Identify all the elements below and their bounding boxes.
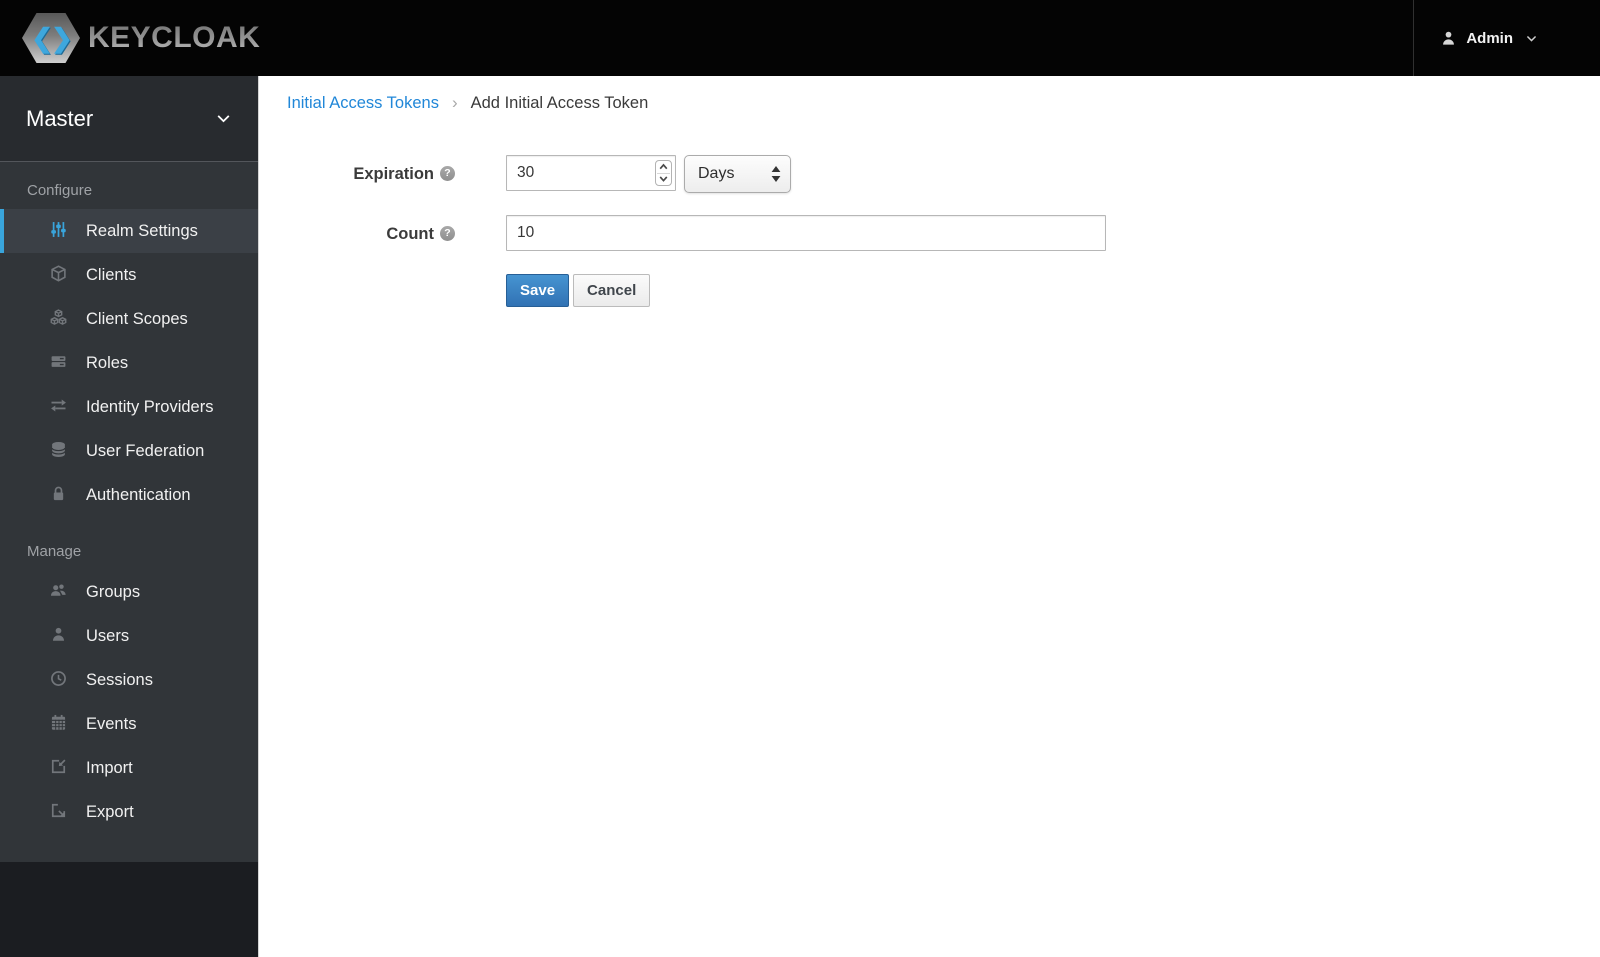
- nav-section-manage: Manage: [27, 543, 82, 560]
- clock-icon: [51, 671, 66, 686]
- sidebar-item-label: Users: [86, 627, 130, 645]
- sidebar-item-label: Client Scopes: [86, 310, 188, 328]
- brand-title: KEYCLOAK: [88, 21, 261, 54]
- stepper-down-icon[interactable]: [656, 173, 671, 185]
- sidebar: Master Configure Realm Settings Clients: [0, 76, 258, 957]
- sidebar-item-realm-settings[interactable]: Realm Settings: [0, 209, 258, 253]
- realm-selector[interactable]: Master: [0, 76, 258, 162]
- lock-icon: [53, 486, 64, 501]
- sidebar-item-export[interactable]: Export: [0, 790, 258, 834]
- breadcrumb-separator-icon: ›: [451, 93, 458, 112]
- sidebar-item-label: Realm Settings: [86, 222, 198, 240]
- count-label: Count ?: [259, 215, 455, 251]
- cubes-icon: [50, 309, 67, 325]
- selected-unit-label: Days: [698, 165, 735, 182]
- expiration-field: Days: [506, 155, 791, 193]
- sidebar-item-sessions[interactable]: Sessions: [0, 658, 258, 702]
- sidebar-item-label: Identity Providers: [86, 398, 214, 416]
- sidebar-item-label: Sessions: [86, 671, 153, 689]
- sidebar-item-users[interactable]: Users: [0, 614, 258, 658]
- form-buttons-row: Save Cancel: [259, 274, 1600, 307]
- expiration-number-wrap: [506, 155, 676, 191]
- nav-section-configure: Configure: [27, 182, 93, 199]
- sidebar-item-groups[interactable]: Groups: [0, 570, 258, 614]
- realm-name-label: Master: [26, 105, 94, 131]
- server-icon: [51, 356, 66, 367]
- sidebar-item-user-federation[interactable]: User Federation: [0, 429, 258, 473]
- sidebar-item-events[interactable]: Events: [0, 702, 258, 746]
- sliders-icon: [51, 222, 66, 237]
- breadcrumb-current: Add Initial Access Token: [470, 93, 649, 112]
- sidebar-item-label: Events: [86, 715, 137, 733]
- exchange-arrows-icon: [51, 399, 66, 412]
- save-button[interactable]: Save: [506, 274, 570, 307]
- sidebar-nav: Configure Realm Settings Clients Client …: [0, 162, 258, 862]
- import-icon: [51, 759, 66, 774]
- count-field: [506, 215, 1106, 251]
- cancel-button[interactable]: Cancel: [573, 274, 651, 307]
- keycloak-logo[interactable]: ❮❯ KEYCLOAK: [22, 10, 260, 66]
- top-navbar: ❮❯ KEYCLOAK Admin: [0, 0, 1600, 76]
- keycloak-hexagon-icon: ❮❯: [22, 13, 80, 63]
- expiration-label: Expiration ?: [259, 155, 455, 193]
- help-question-icon[interactable]: ?: [440, 166, 455, 181]
- number-stepper[interactable]: [655, 160, 672, 186]
- user-icon: [52, 627, 65, 641]
- expiration-row: Expiration ? 30 Days: [259, 155, 1600, 193]
- breadcrumb-initial-access-tokens[interactable]: Initial Access Tokens: [287, 94, 439, 113]
- sidebar-item-identity-providers[interactable]: Identity Providers: [0, 385, 258, 429]
- buttons-field: Save Cancel: [506, 274, 651, 307]
- sidebar-item-label: Export: [86, 803, 134, 821]
- user-name-label: Admin: [1466, 29, 1513, 47]
- sidebar-item-label: Import: [86, 759, 133, 777]
- sidebar-item-label: User Federation: [86, 442, 205, 460]
- sidebar-item-label: Clients: [86, 266, 137, 284]
- select-arrows-icon: [771, 166, 781, 182]
- sidebar-item-label: Authentication: [86, 486, 191, 504]
- expiration-unit-select[interactable]: Days: [684, 155, 791, 193]
- sidebar-item-label: Groups: [86, 583, 141, 601]
- keycloak-brackets-icon: ❮❯: [31, 23, 73, 53]
- breadcrumb: Initial Access Tokens › Add Initial Acce…: [259, 76, 1600, 113]
- user-menu-dropdown[interactable]: Admin: [1414, 0, 1600, 76]
- calendar-icon: [51, 714, 66, 730]
- export-icon: [51, 803, 66, 818]
- database-icon: [51, 441, 66, 457]
- stepper-up-icon[interactable]: [656, 161, 671, 173]
- sidebar-item-client-scopes[interactable]: Client Scopes: [0, 297, 258, 341]
- add-token-form: Expiration ? 30 Days Count ? 10 Save Can…: [259, 155, 1600, 307]
- sidebar-item-roles[interactable]: Roles: [0, 341, 258, 385]
- sidebar-item-clients[interactable]: Clients: [0, 253, 258, 297]
- expiration-input[interactable]: [506, 155, 676, 191]
- sidebar-footer-strip: [0, 862, 258, 874]
- count-row: Count ?: [259, 215, 1600, 251]
- count-input[interactable]: [506, 215, 1106, 251]
- main-content: Initial Access Tokens › Add Initial Acce…: [258, 76, 1600, 957]
- group-icon: [50, 584, 66, 596]
- chevron-down-icon: [1526, 35, 1537, 42]
- sidebar-item-import[interactable]: Import: [0, 746, 258, 790]
- cube-icon: [51, 265, 66, 282]
- help-question-icon[interactable]: ?: [440, 226, 455, 241]
- user-icon: [1443, 31, 1455, 45]
- buttons-spacer: [259, 274, 455, 307]
- sidebar-item-authentication[interactable]: Authentication: [0, 473, 258, 517]
- chevron-down-icon: [217, 115, 230, 123]
- sidebar-item-label: Roles: [86, 354, 129, 372]
